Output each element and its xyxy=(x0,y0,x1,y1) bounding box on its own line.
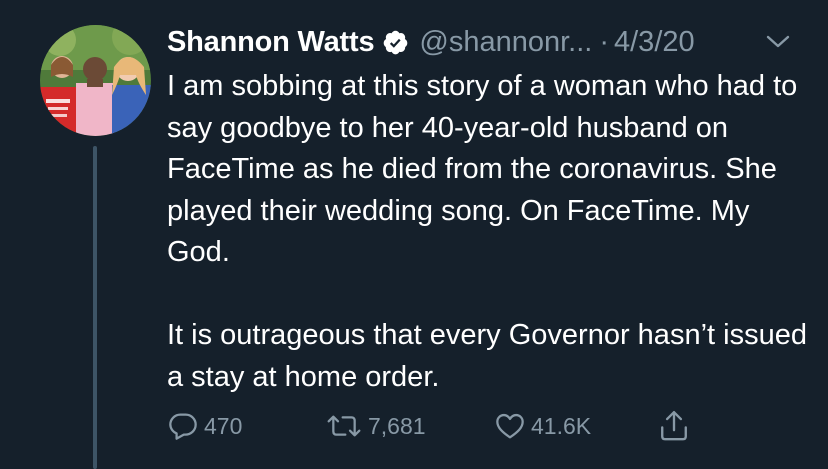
reply-button[interactable]: 470 xyxy=(167,406,242,446)
share-icon xyxy=(657,408,691,444)
tweet-paragraph: I am sobbing at this story of a woman wh… xyxy=(167,70,798,268)
author-handle[interactable]: @shannonr... xyxy=(419,26,592,59)
tweet-date[interactable]: 4/3/20 xyxy=(614,26,695,59)
retweet-count: 7,681 xyxy=(368,412,426,439)
tweet-header: Shannon Watts @shannonr... · 4/3/20 xyxy=(167,22,695,62)
chevron-down-icon[interactable] xyxy=(765,32,791,52)
share-button[interactable] xyxy=(657,406,691,446)
heart-icon xyxy=(494,410,526,442)
reply-count: 470 xyxy=(204,412,243,439)
tweet-paragraph: It is outrageous that every Governor has… xyxy=(167,319,807,393)
header-separator: · xyxy=(599,25,609,58)
like-button[interactable]: 41.6K xyxy=(494,406,591,446)
tweet-actions: 470 7,681 41.6K xyxy=(167,406,727,446)
reply-icon xyxy=(167,410,199,442)
like-count: 41.6K xyxy=(531,412,592,439)
retweet-button[interactable]: 7,681 xyxy=(325,406,426,446)
avatar[interactable] xyxy=(40,25,151,136)
author-name[interactable]: Shannon Watts xyxy=(167,26,375,59)
tweet: Shannon Watts @shannonr... · 4/3/20 I am… xyxy=(0,0,828,469)
verified-badge-icon xyxy=(382,29,409,56)
tweet-text: I am sobbing at this story of a woman wh… xyxy=(167,66,807,398)
retweet-icon xyxy=(325,410,363,442)
thread-line xyxy=(93,146,97,469)
